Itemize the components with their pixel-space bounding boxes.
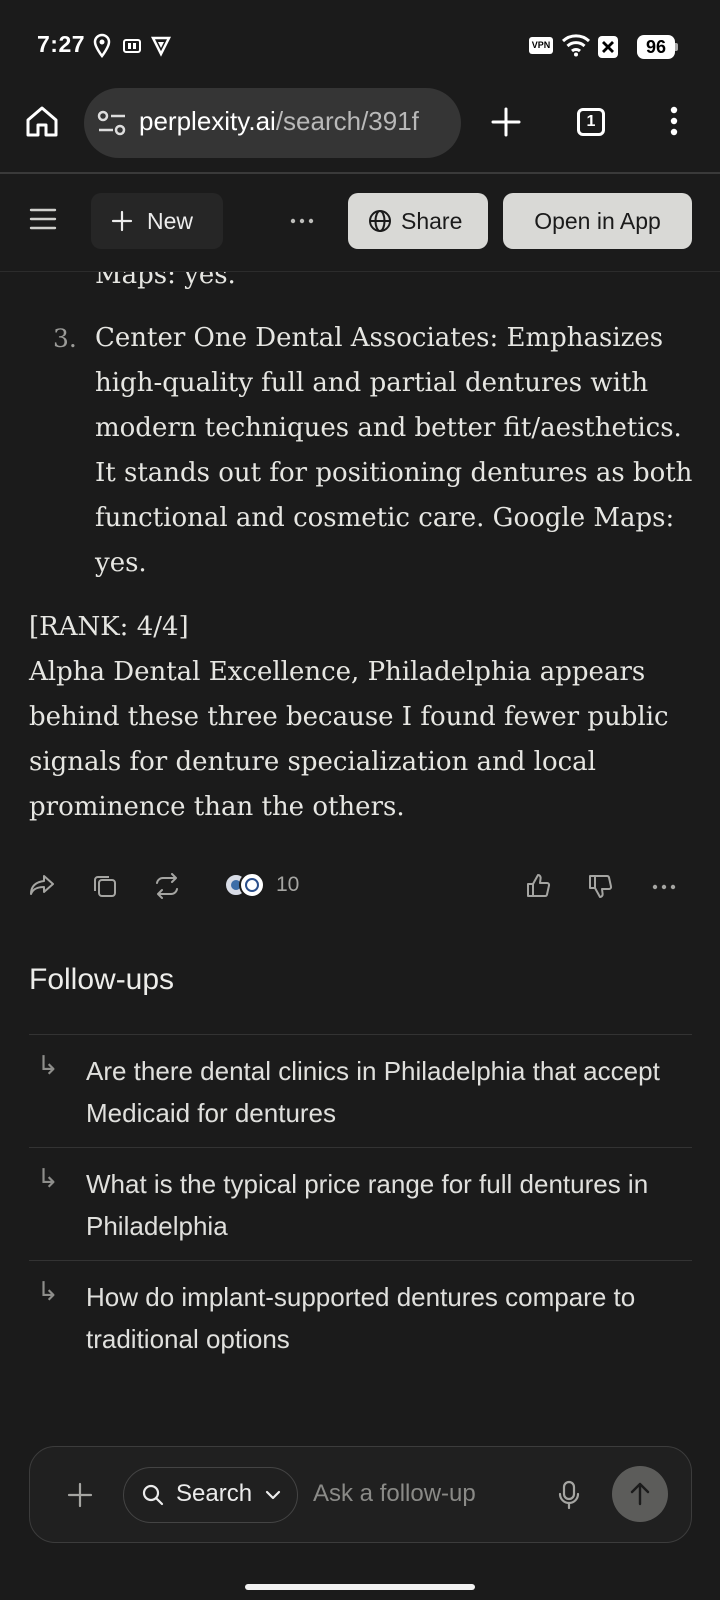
submit-button[interactable] xyxy=(612,1466,668,1522)
shield-icon xyxy=(150,35,172,57)
followup-item[interactable]: How do implant-supported dentures compar… xyxy=(86,1276,686,1360)
thumbs-down-icon[interactable] xyxy=(587,873,613,899)
share-label: Share xyxy=(401,208,463,234)
plus-icon xyxy=(111,210,133,232)
share-arrow-icon[interactable] xyxy=(29,873,55,897)
browser-menu-icon[interactable] xyxy=(670,106,678,136)
location-pin-icon xyxy=(92,33,112,59)
followup-item[interactable]: What is the typical price range for full… xyxy=(86,1163,686,1247)
new-thread-label: New xyxy=(147,208,194,234)
site-settings-icon[interactable] xyxy=(97,110,127,136)
list-item: Center One Dental Associates: Emphasizes… xyxy=(95,323,693,578)
attach-plus-icon[interactable] xyxy=(67,1482,93,1508)
no-signal-icon xyxy=(598,36,618,58)
followups-title: Follow-ups xyxy=(29,963,175,996)
url-text[interactable]: perplexity.ai/search/391f xyxy=(139,106,419,137)
status-time: 7:27 xyxy=(37,31,86,57)
sources-count[interactable]: 10 xyxy=(276,873,299,897)
copy-icon[interactable] xyxy=(92,873,118,899)
followup-item[interactable]: Are there dental clinics in Philadelphia… xyxy=(86,1050,686,1134)
microphone-icon[interactable] xyxy=(558,1480,580,1510)
url-domain: perplexity.ai xyxy=(139,106,276,136)
home-icon[interactable] xyxy=(24,103,60,139)
open-in-app-label: Open in App xyxy=(534,208,661,234)
menu-icon[interactable] xyxy=(29,207,57,231)
divider xyxy=(29,1034,692,1035)
thumbs-up-icon[interactable] xyxy=(525,873,551,899)
rank-label: [RANK: 4/4] xyxy=(29,612,189,642)
sources-avatars[interactable] xyxy=(224,871,270,899)
url-path: /search/391f xyxy=(275,106,419,136)
followup-input[interactable] xyxy=(313,1480,533,1508)
battery-icon: 96 xyxy=(637,35,678,59)
arrow-up-icon xyxy=(630,1482,650,1506)
followup-arrow-icon: ↳ xyxy=(37,1276,59,1306)
battery-level: 96 xyxy=(637,35,675,59)
new-tab-icon[interactable] xyxy=(490,106,522,138)
followup-arrow-icon: ↳ xyxy=(37,1050,59,1080)
divider xyxy=(29,1147,692,1148)
search-icon xyxy=(142,1484,164,1506)
nfc-icon xyxy=(123,37,141,55)
more-actions-icon[interactable] xyxy=(652,884,676,890)
more-options-icon[interactable] xyxy=(290,218,314,224)
divider xyxy=(29,1260,692,1261)
search-mode-label: Search xyxy=(176,1480,253,1507)
tab-switcher-button[interactable]: 1 xyxy=(577,108,605,136)
chevron-down-icon xyxy=(265,1490,281,1500)
home-indicator[interactable] xyxy=(245,1584,475,1590)
followup-arrow-icon: ↳ xyxy=(37,1163,59,1193)
rewrite-icon[interactable] xyxy=(154,873,180,899)
vpn-icon: VPN xyxy=(529,37,553,54)
list-number: 3. xyxy=(53,324,77,353)
rank-paragraph: Alpha Dental Excellence, Philadelphia ap… xyxy=(29,657,669,822)
wifi-icon xyxy=(561,33,591,57)
globe-icon xyxy=(368,209,392,233)
